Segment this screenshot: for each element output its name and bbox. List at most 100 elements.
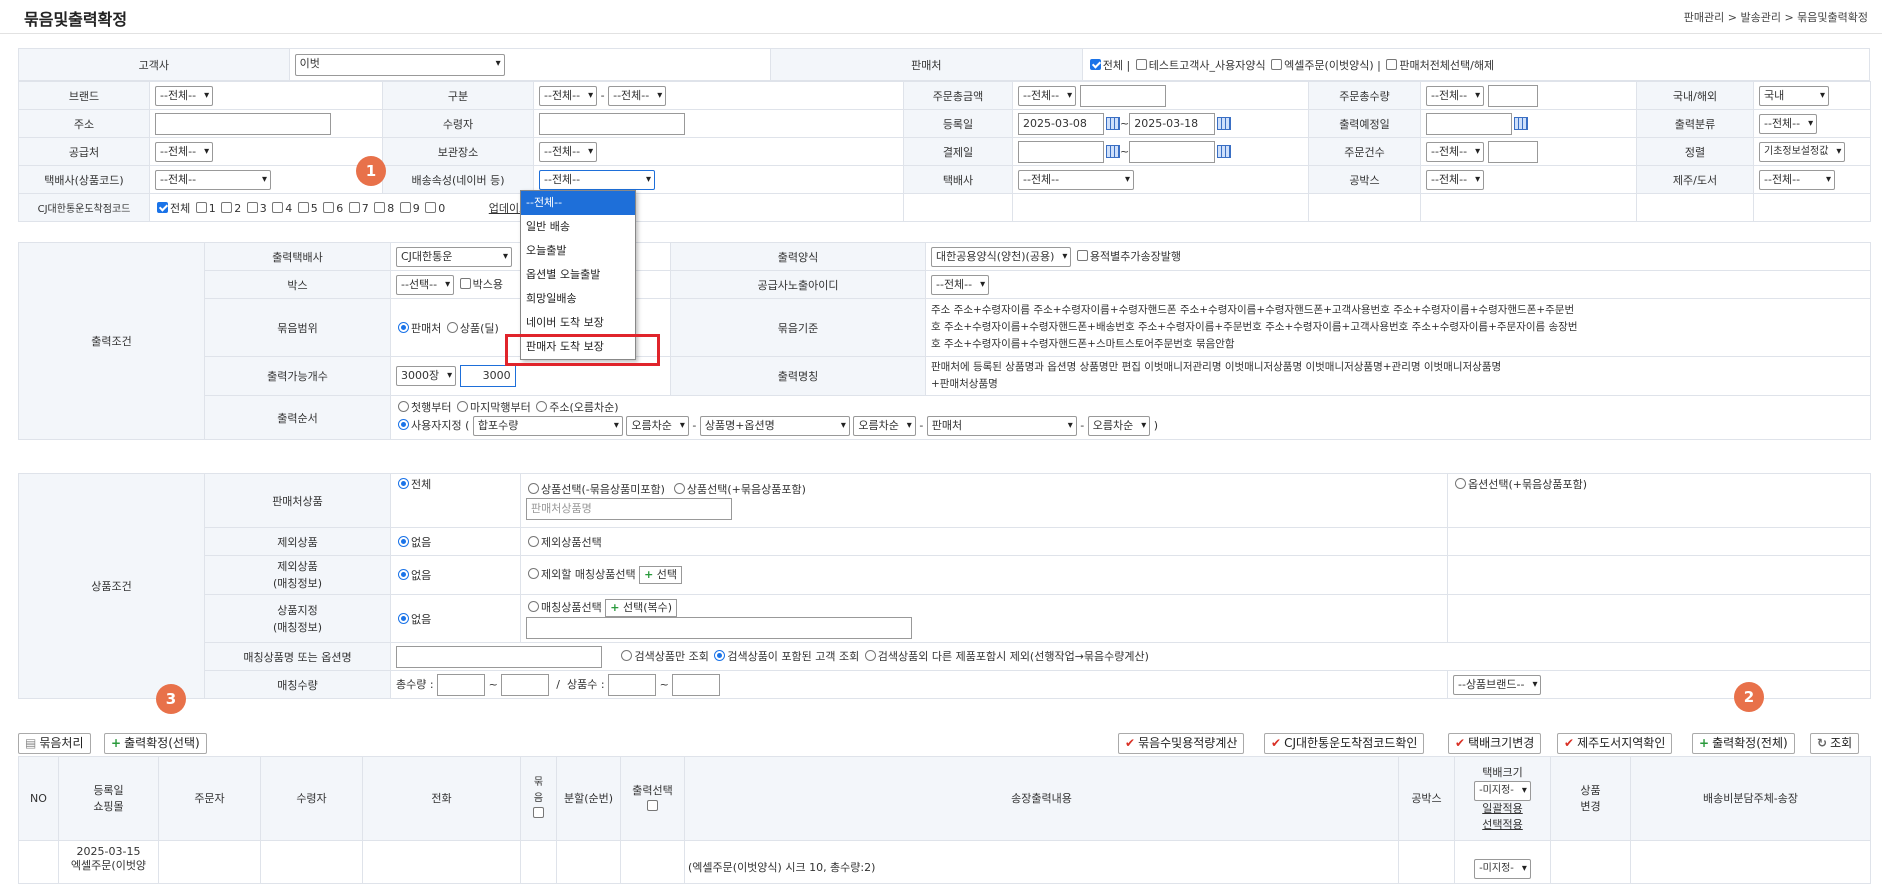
dropdown-option[interactable]: --전체--	[521, 191, 635, 215]
order-addr-radio[interactable]	[536, 401, 548, 412]
cj-2-checkbox[interactable]	[221, 201, 233, 213]
supplier-id-select[interactable]: --전체--	[931, 274, 990, 295]
calendar-icon[interactable]	[1106, 145, 1120, 158]
delivery-attr-select[interactable]: --전체--	[539, 169, 655, 190]
order-dir2-select[interactable]: 오름차순	[853, 416, 916, 436]
print-class-select[interactable]: --전체--	[1759, 113, 1818, 134]
seller-prod-sel2-radio[interactable]	[673, 483, 685, 494]
calendar-icon[interactable]	[1514, 117, 1528, 130]
cj-all-checkbox[interactable]	[157, 201, 168, 213]
excl-sel-radio[interactable]	[528, 535, 539, 547]
printable-select[interactable]: 3000장	[396, 366, 457, 386]
match-prod-to[interactable]	[672, 673, 721, 696]
match-name-input[interactable]	[396, 645, 602, 668]
match-prod-from[interactable]	[608, 673, 657, 696]
bundle-range-seller-radio[interactable]	[398, 321, 409, 333]
cj-8-checkbox[interactable]	[374, 201, 386, 213]
pay-date-to[interactable]	[1129, 140, 1216, 163]
box-size-change-button[interactable]: ✔ 택배크기변경	[1448, 733, 1542, 754]
dropdown-option[interactable]: 옵션별 오늘출발	[521, 263, 635, 287]
output-courier-select[interactable]: CJ대한통운	[396, 246, 512, 267]
bundle-basis-options-3[interactable]: 호 주소+수령자이름+수령자핸드폰+스마트스토어주문번호 묶음안함	[931, 336, 1865, 353]
seller-prod-opt-radio[interactable]	[1455, 478, 1466, 489]
cj-1-checkbox[interactable]	[195, 201, 207, 213]
product-brand-select[interactable]: --상품브랜드--	[1453, 674, 1542, 695]
cj-5-checkbox[interactable]	[297, 201, 309, 213]
order-sort3-select[interactable]: 판매처	[926, 416, 1077, 436]
cj-9-checkbox[interactable]	[399, 201, 411, 213]
order-custom-radio[interactable]	[398, 419, 409, 430]
order-count-input[interactable]	[1487, 140, 1538, 163]
domestic-select[interactable]: 국내	[1759, 85, 1829, 106]
calendar-icon[interactable]	[1106, 117, 1120, 130]
size-select[interactable]: -미지정-	[1474, 780, 1531, 801]
address-input[interactable]	[155, 112, 331, 135]
cj-6-checkbox[interactable]	[323, 201, 335, 213]
excl-match-sel-radio[interactable]	[528, 568, 539, 579]
volume-extra-checkbox[interactable]	[1076, 249, 1088, 261]
calendar-icon[interactable]	[1217, 117, 1232, 130]
jeju-check-button[interactable]: ✔ 제주도서지역확인	[1557, 733, 1673, 754]
reg-date-to[interactable]: 2025-03-18	[1129, 112, 1216, 135]
designate-sel-radio[interactable]	[528, 600, 539, 612]
courier-code-select[interactable]: --전체--	[155, 169, 271, 190]
order-qty-select[interactable]: --전체--	[1426, 85, 1485, 106]
match-include-radio[interactable]	[714, 649, 726, 661]
category-select-2[interactable]: --전체--	[608, 85, 667, 106]
print-sel-all-checkbox[interactable]	[647, 799, 658, 811]
sort-select[interactable]: 기초정보설정값	[1759, 141, 1846, 162]
jeju-select[interactable]: --전체--	[1759, 169, 1835, 190]
category-select-1[interactable]: --전체--	[539, 85, 598, 106]
print-name-options-2[interactable]: +판매처상품명	[931, 376, 1865, 393]
bundle-basis-options-1[interactable]: 주소 주소+수령자이름 주소+수령자이름+수령자핸드폰 주소+수령자이름+수령자…	[931, 302, 1865, 319]
seller-excel-checkbox[interactable]	[1271, 58, 1283, 70]
bundle-process-button[interactable]: ▤ 묶음처리	[18, 733, 91, 754]
seller-prod-sel1-radio[interactable]	[528, 483, 539, 494]
designate-none-radio[interactable]	[398, 612, 409, 624]
print-due-input[interactable]	[1426, 112, 1512, 135]
excl-none-radio[interactable]	[398, 535, 409, 547]
bundle-basis-options-2[interactable]: 호 주소+수령자이름+수령자핸드폰+배송번호 주소+수령자이름+주문번호 주소+…	[931, 319, 1865, 336]
row-size-select[interactable]: -미지정-	[1474, 859, 1531, 879]
size-selective-link[interactable]: 선택적용	[1457, 817, 1548, 833]
dropdown-option[interactable]: 일반 배송	[521, 215, 635, 239]
order-count-select[interactable]: --전체--	[1426, 141, 1485, 162]
order-dir3-select[interactable]: 오름차순	[1087, 416, 1151, 436]
seller-prod-all-radio[interactable]	[398, 478, 409, 489]
table-row[interactable]: 2025-03-15 엑셀주문(이벗양 (엑셀주문(이벗양식) 시크 10, 총수…	[18, 840, 1871, 884]
calendar-icon[interactable]	[1217, 145, 1232, 158]
calc-volume-button[interactable]: ✔ 묶음수및용적량계산	[1118, 733, 1245, 754]
dropdown-option[interactable]: 오늘출발	[521, 239, 635, 263]
order-last-radio[interactable]	[456, 401, 468, 412]
order-sort1-select[interactable]: 합포수량	[472, 416, 623, 436]
seller-all-checkbox[interactable]	[1089, 58, 1101, 70]
box-select[interactable]: --전체--	[1426, 169, 1485, 190]
storage-select[interactable]: --전체--	[539, 141, 598, 162]
order-amount-input[interactable]	[1079, 84, 1166, 107]
seller-prod-name-input[interactable]: 판매처상품명	[526, 498, 732, 520]
reg-date-from[interactable]: 2025-03-08	[1018, 112, 1104, 135]
order-amount-select[interactable]: --전체--	[1018, 85, 1077, 106]
order-qty-input[interactable]	[1487, 84, 1538, 107]
match-only-radio[interactable]	[621, 649, 633, 661]
order-sort2-select[interactable]: 상품명+옵션명	[699, 416, 850, 436]
designate-input[interactable]	[526, 616, 912, 639]
confirm-selected-button[interactable]: + 출력확정(선택)	[104, 733, 207, 754]
seller-toggle-checkbox[interactable]	[1386, 58, 1398, 70]
brand-select[interactable]: --전체--	[155, 85, 214, 106]
pay-date-from[interactable]	[1018, 140, 1104, 163]
match-qty-from[interactable]	[437, 673, 486, 696]
cj-code-check-button[interactable]: ✔ CJ대한통운도착점코드확인	[1264, 733, 1425, 754]
size-bulk-link[interactable]: 일괄적용	[1457, 801, 1548, 817]
designate-select-button[interactable]: + 선택(복수)	[605, 598, 678, 617]
printable-count-input[interactable]: 3000	[459, 365, 516, 387]
match-qty-to[interactable]	[501, 673, 550, 696]
cj-3-checkbox[interactable]	[246, 201, 258, 213]
cj-0-checkbox[interactable]	[425, 201, 437, 213]
dropdown-option[interactable]: 희망일배송	[521, 287, 635, 311]
seller-test-checkbox[interactable]	[1135, 58, 1147, 70]
excl-match-select-button[interactable]: + 선택	[639, 566, 683, 584]
receiver-input[interactable]	[539, 112, 685, 135]
box-use-checkbox[interactable]	[459, 277, 471, 289]
output-box-select[interactable]: --선택--	[396, 274, 455, 295]
